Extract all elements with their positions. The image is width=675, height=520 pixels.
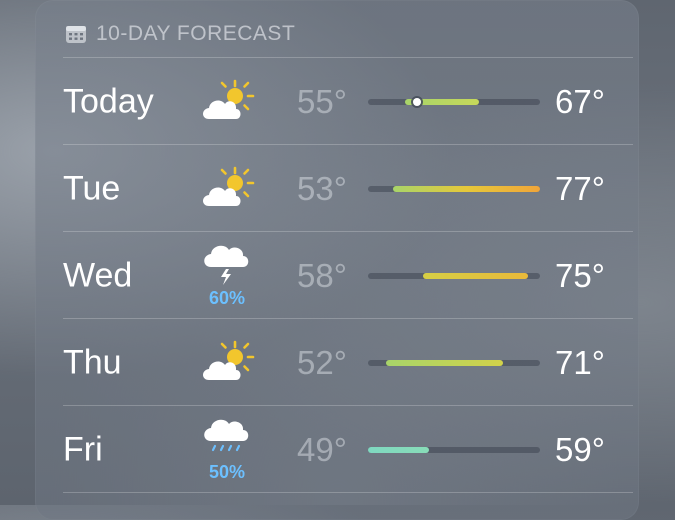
- forecast-row[interactable]: Wed 60% 58° 75°: [35, 232, 639, 319]
- temperature-range-bar: [368, 97, 540, 106]
- forecast-header: 10-DAY FORECAST: [65, 20, 295, 48]
- low-temperature: 53°: [297, 169, 347, 207]
- temperature-range-bar: [368, 272, 540, 279]
- high-temperature: 77°: [555, 169, 605, 207]
- partly-sunny-icon: [199, 79, 255, 125]
- forecast-row[interactable]: Thu 52° 71°: [35, 319, 639, 406]
- day-label: Fri: [63, 430, 103, 468]
- low-temperature: 52°: [297, 343, 347, 381]
- temperature-range-bar: [368, 446, 540, 453]
- high-temperature: 67°: [555, 82, 605, 120]
- precipitation-chance: 50%: [208, 462, 246, 482]
- forecast-title: 10-DAY FORECAST: [96, 22, 296, 45]
- partly-sunny-icon: [199, 166, 255, 212]
- forecast-row[interactable]: Today 55° 67°: [35, 58, 639, 145]
- ten-day-forecast-card: 10-DAY FORECAST Today 55° 67° Tue 53° 77° We…: [35, 0, 639, 520]
- day-label: Tue: [63, 169, 121, 207]
- high-temperature: 75°: [555, 256, 605, 294]
- day-label: Wed: [63, 256, 133, 294]
- temperature-range-fill: [392, 185, 540, 192]
- low-temperature: 55°: [297, 82, 347, 120]
- temperature-range-bar: [368, 185, 540, 192]
- day-label: Thu: [63, 343, 122, 381]
- temperature-range-bar: [368, 359, 540, 366]
- rain-cloud-icon: [199, 416, 255, 454]
- day-label: Today: [63, 82, 154, 120]
- forecast-row[interactable]: Tue 53° 77°: [35, 145, 639, 232]
- divider: [63, 492, 633, 493]
- temperature-range-fill: [386, 359, 504, 366]
- temperature-range-fill: [423, 272, 528, 279]
- thunderstorm-icon: [199, 242, 255, 285]
- forecast-row[interactable]: Fri 50% 49° 59°: [35, 406, 639, 493]
- high-temperature: 59°: [555, 430, 605, 468]
- temperature-range-fill: [368, 446, 430, 453]
- high-temperature: 71°: [555, 343, 605, 381]
- calendar-icon: [66, 26, 86, 43]
- partly-sunny-icon: [199, 340, 255, 386]
- precipitation-chance: 60%: [208, 288, 246, 308]
- low-temperature: 58°: [297, 256, 347, 294]
- current-temperature-dot: [413, 97, 422, 106]
- low-temperature: 49°: [297, 430, 347, 468]
